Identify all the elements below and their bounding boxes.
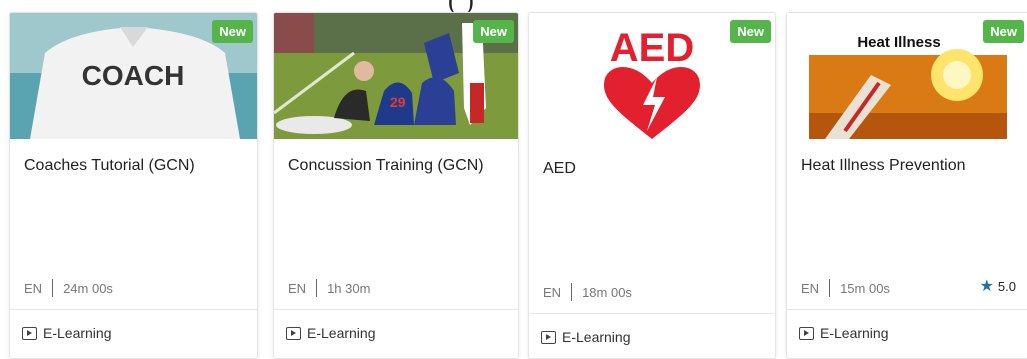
course-type: E-Learning <box>22 325 112 341</box>
language-label: EN <box>24 280 43 296</box>
course-meta: EN 24m 00s <box>24 279 113 297</box>
course-card-aed[interactable]: AED New AED EN 18m 00s E-Learning <box>528 12 776 359</box>
course-card-coaches-tutorial[interactable]: COACH New Coaches Tutorial (GCN) EN 24m … <box>9 12 258 359</box>
new-badge: New <box>473 20 514 43</box>
aed-logo-text: AED <box>610 26 694 70</box>
course-thumbnail: COACH New <box>10 13 257 139</box>
card-divider <box>10 309 257 310</box>
card-divider <box>787 309 1027 310</box>
duration-label: 1h 30m <box>327 280 371 296</box>
course-type-label: E-Learning <box>307 325 376 341</box>
card-divider <box>529 313 775 314</box>
video-play-icon <box>799 326 814 340</box>
course-type-label: E-Learning <box>820 325 889 341</box>
course-thumbnail: AED New <box>529 13 775 139</box>
new-badge: New <box>983 20 1024 43</box>
star-icon: ★ <box>979 278 994 295</box>
meta-separator <box>316 279 318 297</box>
course-type: E-Learning <box>286 325 376 341</box>
meta-separator <box>571 283 573 301</box>
video-play-icon <box>22 326 37 340</box>
video-play-icon <box>286 326 301 340</box>
course-rating: ★ 5.0 <box>979 278 1016 295</box>
coach-shirt-text: COACH <box>82 60 185 91</box>
video-play-icon <box>541 330 556 344</box>
course-title[interactable]: AED <box>543 159 765 179</box>
new-badge: New <box>212 20 253 43</box>
rating-value: 5.0 <box>997 279 1016 294</box>
course-type-label: E-Learning <box>562 329 631 345</box>
course-meta: EN 18m 00s <box>543 283 632 301</box>
course-thumbnail: Heat Illness New <box>787 13 1027 139</box>
course-meta: EN 15m 00s <box>801 279 890 297</box>
course-type: E-Learning <box>799 325 889 341</box>
duration-label: 18m 00s <box>582 284 632 300</box>
course-title[interactable]: Coaches Tutorial (GCN) <box>24 156 247 176</box>
course-type-label: E-Learning <box>43 325 112 341</box>
course-card-concussion-training[interactable]: 29 New Concussion Training (GCN) EN 1h 3… <box>273 12 519 359</box>
course-type: E-Learning <box>541 329 631 345</box>
new-badge: New <box>730 20 771 43</box>
duration-label: 15m 00s <box>840 280 890 296</box>
meta-separator <box>52 279 54 297</box>
language-label: EN <box>801 280 820 296</box>
course-meta: EN 1h 30m <box>288 279 370 297</box>
language-label: EN <box>543 284 562 300</box>
heat-illness-heading: Heat Illness <box>857 34 940 51</box>
jersey-number: 29 <box>390 94 406 110</box>
language-label: EN <box>288 280 307 296</box>
card-divider <box>274 309 518 310</box>
duration-label: 24m 00s <box>63 280 113 296</box>
course-thumbnail: 29 New <box>274 13 518 139</box>
course-title[interactable]: Concussion Training (GCN) <box>288 156 508 176</box>
course-title[interactable]: Heat Illness Prevention <box>801 156 1018 176</box>
course-card-heat-illness-prevention[interactable]: Heat Illness New Heat Illness Prevention… <box>786 12 1027 359</box>
meta-separator <box>829 279 831 297</box>
